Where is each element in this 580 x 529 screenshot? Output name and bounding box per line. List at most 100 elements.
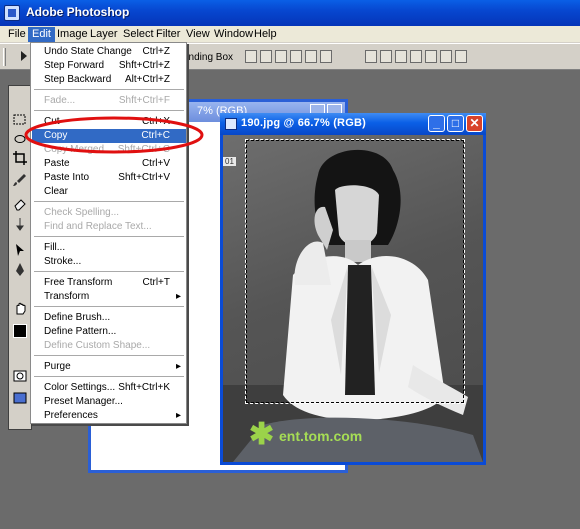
- menu-view[interactable]: View: [182, 27, 214, 42]
- brush-tool-icon[interactable]: [12, 172, 28, 188]
- menu-item-label: Undo State Change: [44, 46, 132, 57]
- menu-item-cut[interactable]: Cut Ctrl+X: [32, 115, 186, 129]
- crop-tool-icon[interactable]: [12, 150, 28, 166]
- menu-item-label: Check Spelling...: [44, 207, 120, 218]
- lasso-tool-icon[interactable]: [12, 132, 28, 148]
- menu-separator: [34, 306, 184, 307]
- menu-item-color-settings[interactable]: Color Settings... Shft+Ctrl+K: [32, 381, 186, 395]
- menu-item-label: Purge: [44, 361, 71, 372]
- align-vcenter-icon[interactable]: [260, 50, 272, 63]
- marquee-tool-icon[interactable]: [12, 112, 28, 128]
- close-icon[interactable]: ✕: [466, 115, 483, 132]
- align-left-icon[interactable]: [290, 50, 302, 63]
- menu-separator: [34, 271, 184, 272]
- menu-item-label: Find and Replace Text...: [44, 221, 152, 232]
- align-bottom-icon[interactable]: [275, 50, 287, 63]
- menu-item-label: Step Forward: [44, 60, 105, 71]
- menu-item-undo-state-change[interactable]: Undo State Change Ctrl+Z: [32, 45, 186, 59]
- menu-item-shortcut: Shft+Ctrl+V: [118, 172, 170, 183]
- maximize-icon[interactable]: □: [447, 115, 464, 132]
- menu-item-fill[interactable]: Fill...: [32, 241, 186, 255]
- menu-item-shortcut: Ctrl+T: [142, 277, 171, 288]
- menu-item-copy[interactable]: Copy Ctrl+C: [32, 129, 186, 143]
- align-top-icon[interactable]: [245, 50, 257, 63]
- toolbox: [8, 85, 32, 430]
- smudge-tool-icon[interactable]: [12, 216, 28, 232]
- pen-tool-icon[interactable]: [12, 262, 28, 278]
- ruler-corner: 01: [223, 157, 236, 166]
- screen-mode-icon[interactable]: [12, 390, 28, 406]
- submenu-arrow-icon: ▸: [175, 291, 181, 302]
- menu-filter[interactable]: Filter: [152, 27, 184, 42]
- menu-file[interactable]: File: [4, 27, 30, 42]
- submenu-arrow-icon: ▸: [175, 410, 181, 421]
- menu-item-label: Define Pattern...: [44, 326, 117, 337]
- menu-item-stroke[interactable]: Stroke...: [32, 255, 186, 269]
- distribute-right-icon[interactable]: [440, 50, 452, 63]
- menu-layer[interactable]: Layer: [86, 27, 122, 42]
- menu-item-label: Step Backward: [44, 74, 112, 85]
- menu-item-label: Copy: [44, 130, 68, 141]
- menu-item-label: Clear: [44, 186, 68, 197]
- distribute-vcenter-icon[interactable]: [380, 50, 392, 63]
- app-title-bar: Adobe Photoshop: [0, 0, 580, 26]
- menu-separator: [34, 376, 184, 377]
- menu-item-shortcut: Shft+Ctrl+Z: [118, 60, 170, 71]
- menu-separator: [34, 236, 184, 237]
- selection-marquee: [245, 139, 465, 404]
- menu-item-shortcut: Ctrl+Z: [142, 46, 171, 57]
- minimize-icon[interactable]: _: [428, 115, 445, 132]
- menu-separator: [34, 355, 184, 356]
- hand-tool-icon[interactable]: [12, 300, 28, 316]
- foreground-color-swatch[interactable]: [13, 324, 27, 338]
- align-hcenter-icon[interactable]: [305, 50, 317, 63]
- menu-item-fade: Fade... Shft+Ctrl+F: [32, 94, 186, 108]
- menu-item-define-brush[interactable]: Define Brush...: [32, 311, 186, 325]
- menu-item-paste[interactable]: Paste Ctrl+V: [32, 157, 186, 171]
- menu-item-transform[interactable]: Transform ▸: [32, 290, 186, 304]
- submenu-arrow-icon: ▸: [175, 361, 181, 372]
- menu-item-label: Preferences: [44, 410, 98, 421]
- menu-help[interactable]: Help: [250, 27, 281, 42]
- menu-item-clear[interactable]: Clear: [32, 185, 186, 199]
- menu-item-preferences[interactable]: Preferences ▸: [32, 409, 186, 423]
- menu-item-step-forward[interactable]: Step Forward Shft+Ctrl+Z: [32, 59, 186, 73]
- menu-item-define-pattern[interactable]: Define Pattern...: [32, 325, 186, 339]
- document-title: 190.jpg @ 66.7% (RGB): [241, 117, 366, 129]
- menu-item-shortcut: Ctrl+X: [141, 116, 170, 127]
- image-canvas[interactable]: ✱ ent.tom.com 01: [223, 135, 483, 462]
- menu-item-step-backward[interactable]: Step Backward Alt+Ctrl+Z: [32, 73, 186, 87]
- distribute-top-icon[interactable]: [365, 50, 377, 63]
- menu-item-shortcut: Ctrl+C: [141, 130, 170, 141]
- menu-item-purge[interactable]: Purge ▸: [32, 360, 186, 374]
- eraser-tool-icon[interactable]: [12, 196, 28, 212]
- menu-edit[interactable]: Edit: [28, 27, 55, 42]
- menu-item-paste-into[interactable]: Paste Into Shft+Ctrl+V: [32, 171, 186, 185]
- path-select-tool-icon[interactable]: [12, 242, 28, 258]
- active-document-window[interactable]: 190.jpg @ 66.7% (RGB) _ □ ✕ ✱ ent.tom.co…: [220, 113, 486, 465]
- watermark-logo-icon: ✱: [249, 418, 275, 451]
- menu-bar: File Edit Image Layer Select Filter View…: [0, 26, 580, 43]
- menu-item-shortcut: Ctrl+V: [141, 158, 170, 169]
- menu-item-free-transform[interactable]: Free Transform Ctrl+T: [32, 276, 186, 290]
- app-title: Adobe Photoshop: [26, 5, 130, 19]
- menu-item-label: Stroke...: [44, 256, 82, 267]
- menu-separator: [34, 89, 184, 90]
- menu-item-label: Cut: [44, 116, 60, 127]
- document-icon: [225, 118, 237, 130]
- menu-item-preset-manager[interactable]: Preset Manager...: [32, 395, 186, 409]
- menu-item-label: Define Custom Shape...: [44, 340, 151, 351]
- distribute-extra-icon[interactable]: [455, 50, 467, 63]
- menu-item-shortcut: Shft+Ctrl+K: [118, 382, 170, 393]
- edit-menu-dropdown: Undo State Change Ctrl+Z Step Forward Sh…: [30, 42, 187, 424]
- standard-mode-icon[interactable]: [12, 368, 28, 384]
- distribute-bottom-icon[interactable]: [395, 50, 407, 63]
- menu-item-label: Paste Into: [44, 172, 90, 183]
- document-title-bar[interactable]: 190.jpg @ 66.7% (RGB) _ □ ✕: [220, 113, 486, 135]
- menu-item-shortcut: Shft+Ctrl+C: [117, 144, 170, 155]
- show-bounding-box-label[interactable]: unding Box: [183, 52, 233, 63]
- align-right-icon[interactable]: [320, 50, 332, 63]
- distribute-left-icon[interactable]: [410, 50, 422, 63]
- options-bar-grip[interactable]: [3, 48, 6, 66]
- distribute-hcenter-icon[interactable]: [425, 50, 437, 63]
